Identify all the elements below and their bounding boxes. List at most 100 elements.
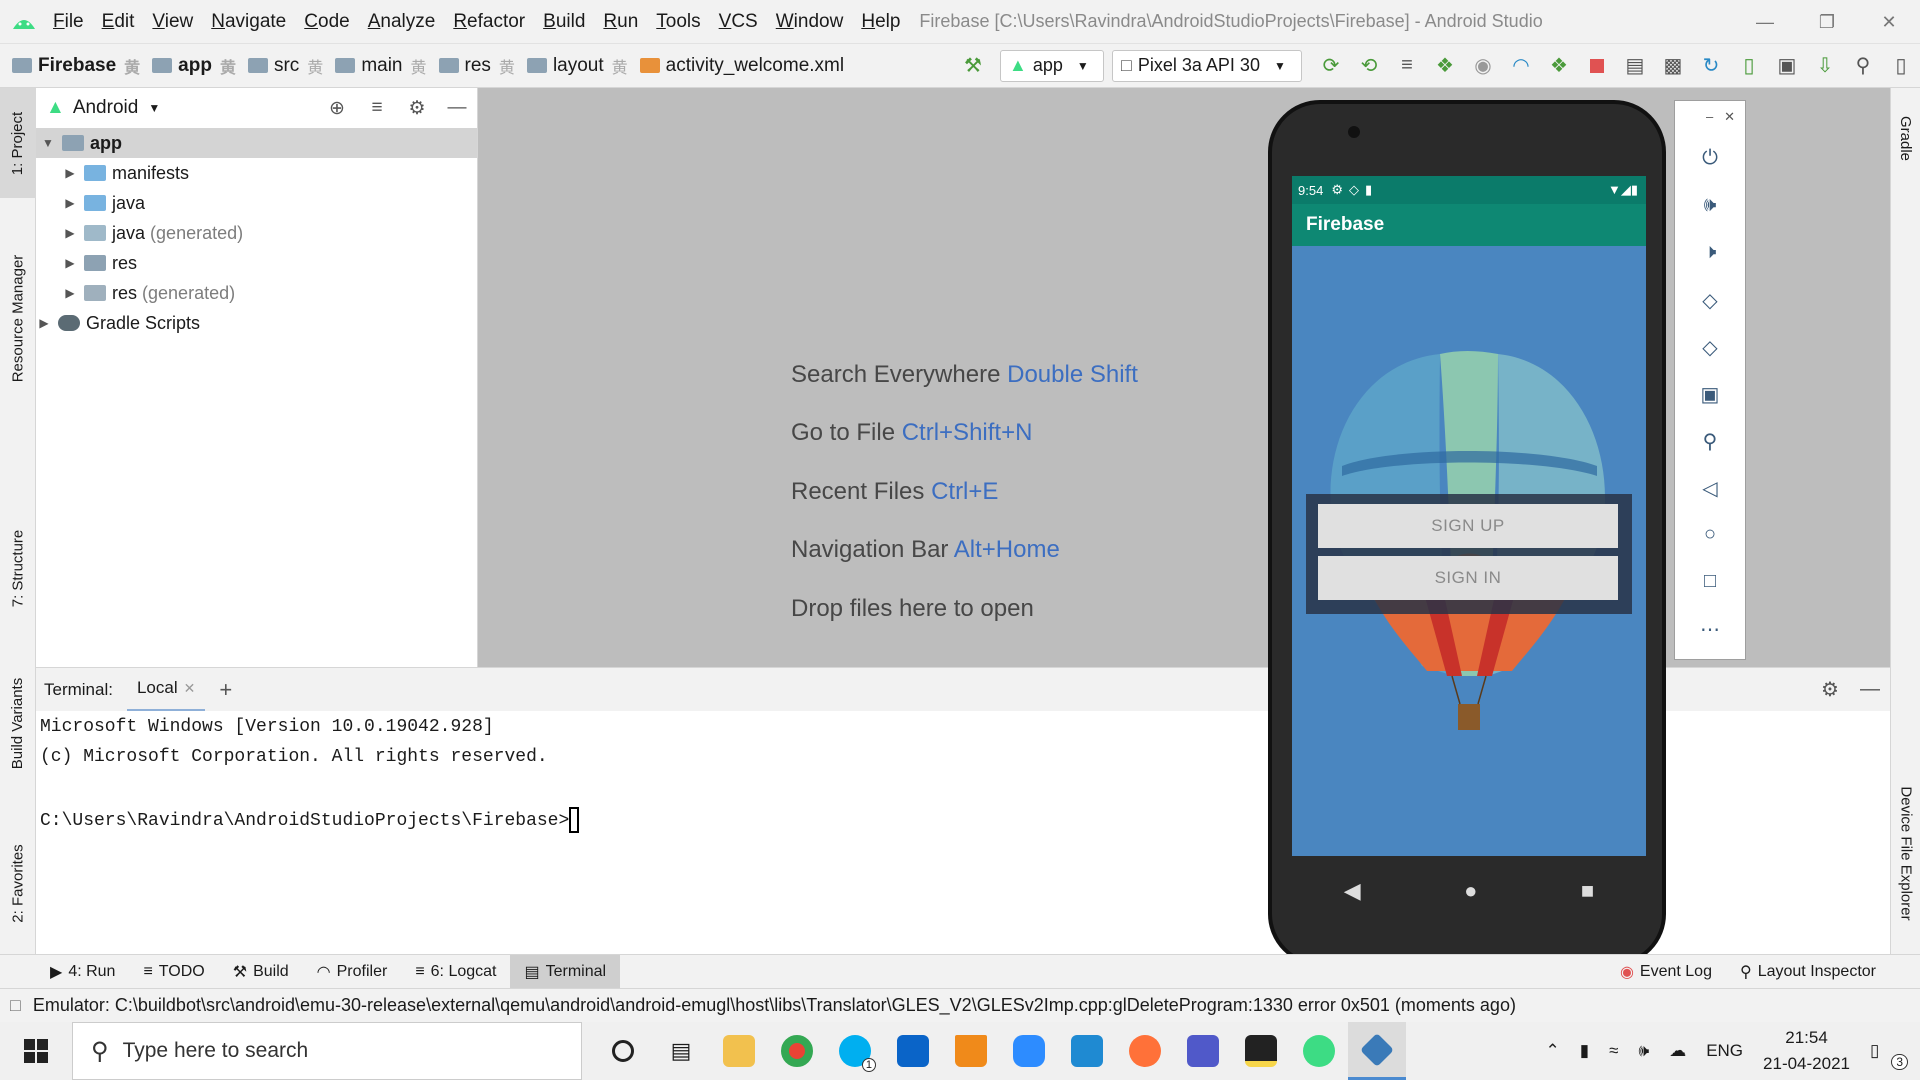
overview-icon[interactable]: □ [1675, 570, 1745, 593]
menu-run[interactable]: Run [594, 11, 647, 33]
tool-todo[interactable]: ≡ TODO [129, 955, 218, 989]
sign-in-button[interactable]: SIGN IN [1318, 556, 1618, 600]
vlc-icon[interactable] [942, 1022, 1000, 1080]
rotate-right-icon[interactable]: ◇ [1675, 335, 1745, 360]
volume-down-icon[interactable]: 🕨 [1675, 241, 1745, 264]
tree-item-res[interactable]: ▶ res [36, 248, 477, 278]
notification-center-icon[interactable]: ▯ 3 [1860, 1022, 1920, 1080]
show-hidden-icons-icon[interactable]: ⌃ [1536, 1022, 1570, 1080]
tool-run[interactable]: ▶ 4: Run [36, 955, 129, 989]
breadcrumb-app[interactable]: app ⻩ [140, 54, 236, 78]
tab-device-file-explorer[interactable]: Device File Explorer [1891, 768, 1920, 938]
file-explorer-icon[interactable] [710, 1022, 768, 1080]
power-icon[interactable]: ⏻ [1675, 147, 1745, 170]
outlook-icon[interactable] [884, 1022, 942, 1080]
more-icon[interactable]: ⋯ [1675, 617, 1745, 642]
tree-item-java[interactable]: ▶ java [36, 188, 477, 218]
hide-icon[interactable]: — [1850, 678, 1890, 701]
collapse-all-icon[interactable]: ≡ [357, 97, 397, 119]
locate-icon[interactable]: ⊕ [317, 97, 357, 120]
wifi-icon[interactable]: ≈ [1599, 1022, 1628, 1080]
tree-item-manifests[interactable]: ▶ manifests [36, 158, 477, 188]
device-select[interactable]: □ Pixel 3a API 30 ▼ [1112, 49, 1302, 82]
attach-debugger-icon[interactable]: ❖ [1540, 44, 1578, 88]
tree-item-java-generated[interactable]: ▶ java (generated) [36, 218, 477, 248]
hide-icon[interactable]: — [437, 97, 477, 119]
clock[interactable]: 21:54 21-04-2021 [1753, 1022, 1860, 1080]
menu-code[interactable]: Code [295, 11, 358, 33]
home-icon[interactable]: ● [1464, 878, 1477, 904]
taskbar-search-box[interactable]: ⚲ Type here to search [72, 1022, 582, 1080]
tree-item-app[interactable]: ▼ app [36, 128, 477, 158]
coverage-icon[interactable]: ◉ [1464, 44, 1502, 88]
tool-profiler[interactable]: ◠ Profiler [303, 955, 402, 989]
run-config-select[interactable]: ▲ app ▼ [1000, 49, 1104, 82]
battery-icon[interactable]: ▮ [1570, 1022, 1599, 1080]
home-icon[interactable]: ○ [1675, 523, 1745, 546]
sign-up-button[interactable]: SIGN UP [1318, 504, 1618, 548]
volume-icon[interactable]: 🕪 [1628, 1022, 1659, 1080]
tab-build-variants[interactable]: Build Variants [0, 658, 36, 788]
menu-tools[interactable]: Tools [647, 11, 709, 33]
vscode-icon[interactable] [1058, 1022, 1116, 1080]
sdk-manager-icon[interactable]: ▣ [1768, 44, 1806, 88]
skype-icon[interactable]: 1 [826, 1022, 884, 1080]
gear-icon[interactable]: ⚙ [397, 97, 437, 120]
tab-resource-manager[interactable]: Resource Manager [0, 228, 36, 408]
zoom-icon[interactable]: ⚲ [1675, 429, 1745, 454]
debug-icon[interactable]: ❖ [1426, 44, 1464, 88]
rerun-icon[interactable]: ⟳ [1312, 44, 1350, 88]
android-studio-icon[interactable] [1348, 1022, 1406, 1080]
close-tab-icon[interactable]: ✕ [184, 680, 196, 697]
tab-structure[interactable]: 7: Structure [0, 508, 36, 628]
avd-manager-icon[interactable]: ▤ [1616, 44, 1654, 88]
new-tab-plus-icon[interactable]: + [219, 677, 232, 703]
stop-icon[interactable] [1578, 44, 1616, 88]
overview-icon[interactable]: ■ [1581, 878, 1594, 904]
sync-gradle-icon[interactable]: ↻ [1692, 44, 1730, 88]
zoom-icon[interactable] [1000, 1022, 1058, 1080]
menu-file[interactable]: File [44, 11, 93, 33]
task-view-icon[interactable]: ▤ [652, 1022, 710, 1080]
menu-help[interactable]: Help [852, 11, 909, 33]
hammer-build-icon[interactable]: ⚒ [954, 44, 992, 88]
apply-changes-icon[interactable]: ⟲ [1350, 44, 1388, 88]
cortana-icon[interactable] [594, 1022, 652, 1080]
tab-favorites[interactable]: 2: Favorites [0, 823, 36, 943]
download-icon[interactable]: ⇩ [1806, 44, 1844, 88]
tree-item-res-generated[interactable]: ▶ res (generated) [36, 278, 477, 308]
gear-icon[interactable]: ⚙ [1810, 677, 1850, 702]
minimize-icon[interactable]: — [1734, 0, 1796, 44]
tool-build[interactable]: ⚒ Build [219, 955, 303, 989]
tool-terminal[interactable]: ▤ Terminal [510, 954, 621, 989]
firefox-icon[interactable] [1116, 1022, 1174, 1080]
camera-icon[interactable]: ▣ [1675, 382, 1745, 407]
tab-gradle[interactable]: Gradle [1891, 98, 1920, 178]
language-indicator[interactable]: ENG [1696, 1022, 1753, 1080]
terminal-tab-local[interactable]: Local ✕ [126, 668, 206, 712]
tool-event-log[interactable]: ◉ Event Log [1606, 955, 1726, 989]
android-emulator-icon[interactable] [1290, 1022, 1348, 1080]
menu-navigate[interactable]: Navigate [202, 11, 295, 33]
chrome-icon[interactable] [768, 1022, 826, 1080]
rotate-left-icon[interactable]: ◇ [1675, 288, 1745, 313]
teams-icon[interactable] [1174, 1022, 1232, 1080]
breadcrumb-layout[interactable]: layout ⻩ [515, 54, 628, 78]
menu-edit[interactable]: Edit [93, 11, 144, 33]
project-view-select[interactable]: Android [73, 97, 139, 119]
menu-view[interactable]: View [143, 11, 202, 33]
close-icon[interactable]: ✕ [1858, 0, 1920, 44]
search-icon[interactable]: ⚲ [1844, 44, 1882, 88]
profile-icon[interactable]: ◠ [1502, 44, 1540, 88]
restore-icon[interactable]: ❐ [1796, 0, 1858, 44]
menu-vcs[interactable]: VCS [710, 11, 767, 33]
status-message[interactable]: Emulator: C:\buildbot\src\android\emu-30… [33, 995, 1516, 1016]
volume-up-icon[interactable]: 🕪 [1675, 194, 1745, 217]
breadcrumb-res[interactable]: res ⻩ [427, 54, 515, 78]
menu-build[interactable]: Build [534, 11, 594, 33]
layout-icon[interactable]: ▩ [1654, 44, 1692, 88]
tab-project[interactable]: 1: Project [0, 88, 36, 198]
apply-code-changes-icon[interactable]: ≡ [1388, 44, 1426, 88]
assistant-icon[interactable]: ▯ [1882, 44, 1920, 88]
minimize-icon[interactable]: – [1706, 109, 1713, 124]
